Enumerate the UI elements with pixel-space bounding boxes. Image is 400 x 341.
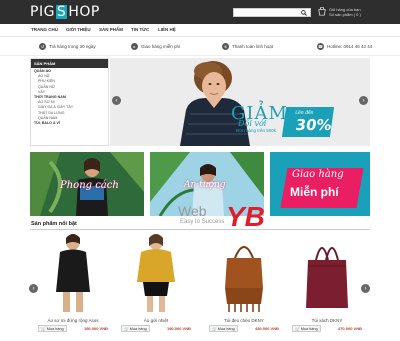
main-nav: TRANG CHỦ GIỚI THIỆU SẢN PHẨM TIN TỨC LI… [0, 24, 400, 37]
buy-label: Mua hàng [129, 326, 147, 331]
feature-shipping-text: Giao hàng miễn phí [141, 44, 181, 49]
chevron-right-icon: › [362, 97, 365, 104]
feature-shipping: ▸ Giao hàng miễn phí [131, 43, 180, 50]
product-price: 470.000 VNĐ [337, 326, 362, 331]
feature-return-text: Trả hàng trong 30 ngày [49, 44, 96, 49]
nav-products[interactable]: SẢN PHẨM [99, 27, 123, 32]
buy-label: Mua hàng [300, 326, 318, 331]
feature-return: ↺ Trả hàng trong 30 ngày [39, 43, 96, 50]
buy-button[interactable]: 🛒 Mua hàng [38, 325, 67, 332]
promo-tile-style[interactable]: Phong cách [30, 152, 144, 216]
logo-text-s: S [55, 4, 68, 20]
nav-about[interactable]: GIỚI THIỆU [66, 27, 91, 32]
buy-button[interactable]: 🛒 Mua hàng [292, 325, 321, 332]
truck-icon: ▸ [131, 43, 138, 50]
buy-button[interactable]: 🛒 Mua hàng [209, 325, 238, 332]
product-image[interactable] [209, 232, 279, 314]
feature-payment: $ Thanh toán linh hoạt [222, 43, 273, 50]
product-2-image [121, 232, 191, 314]
product-name[interactable]: Áo gửi nhiệt [121, 318, 191, 323]
category-sidebar: SẢN PHẨM QUẦN ÁO ÁO NỮ PHỤ KIỆN QUẦN NỮ VÁY T… [30, 58, 109, 146]
search-input[interactable] [234, 9, 298, 16]
product-card[interactable]: Túi xách DKNY 🛒 Mua hàng 470.000 VNĐ [292, 232, 362, 332]
badge-value: 30% [294, 116, 333, 134]
product-image[interactable] [121, 232, 191, 314]
product-price: 190.000 VNĐ [83, 326, 108, 331]
cart-icon[interactable] [318, 7, 326, 16]
watermark-tagline: Easy to Success [180, 219, 225, 225]
chevron-left-icon: ‹ [32, 285, 35, 292]
product-image[interactable] [292, 232, 362, 314]
sidebar-title: SẢN PHẨM [31, 59, 108, 68]
chevron-left-icon: ‹ [115, 97, 118, 104]
service-features: ↺ Trả hàng trong 30 ngày ▸ Giao hàng miễ… [0, 38, 400, 56]
search-box [233, 8, 311, 17]
logo-text-right: HOP [68, 4, 100, 20]
banner-next-button[interactable]: › [359, 96, 368, 105]
product-card[interactable]: Áo gửi nhiệt 🛒 Mua hàng 190.000 VNĐ [121, 232, 191, 332]
product-name[interactable]: Áo sơ mi đứng rộng Asos [38, 318, 108, 323]
discount-badge: Lên đến 30% [281, 107, 335, 137]
watermark-web: Web [178, 203, 207, 219]
product-price: 190.000 VNĐ [166, 326, 191, 331]
product-1-image [38, 232, 108, 314]
cart-summary[interactable]: Giỏ hàng của bạn Số sản phẩm ( 0 ) [329, 7, 361, 17]
return-icon: ↺ [39, 43, 46, 50]
product-name[interactable]: Túi xách DKNY [292, 318, 362, 323]
cart-small-icon: 🛒 [295, 327, 300, 331]
buy-button[interactable]: 🛒 Mua hàng [121, 325, 150, 332]
search-button[interactable] [299, 9, 309, 16]
top-header: PIG S HOP Giỏ hàng của bạn Số sản phẩm ( 0… [0, 0, 400, 24]
category-list: QUẦN ÁO ÁO NỮ PHỤ KIỆN QUẦN NỮ VÁY THỜI TRANG… [31, 68, 108, 127]
nav-home[interactable]: TRANG CHỦ [31, 27, 58, 32]
watermark-brand: YB [226, 201, 265, 232]
buy-label: Mua hàng [217, 326, 235, 331]
nav-news[interactable]: TIN TỨC [131, 27, 149, 32]
promo-impressive-text: An tượng [184, 180, 226, 190]
sidebar-category[interactable]: TÚI, BALO & VÍ [34, 121, 105, 126]
cart-small-icon: 🛒 [124, 327, 129, 331]
chevron-right-icon: › [364, 285, 367, 292]
feature-payment-text: Thanh toán linh hoạt [232, 44, 274, 49]
site-logo[interactable]: PIG S HOP [30, 4, 100, 20]
search-icon [301, 9, 307, 16]
feature-hotline-text: Hotline: 0914 46 42 44 [327, 44, 373, 49]
cart-small-icon: 🛒 [41, 327, 46, 331]
feature-hotline: ☎ Hotline: 0914 46 42 44 [317, 43, 372, 50]
banner-prev-button[interactable]: ‹ [112, 96, 121, 105]
product-image[interactable] [38, 232, 108, 314]
products-prev-button[interactable]: ‹ [29, 284, 38, 293]
cart-count: Số sản phẩm ( 0 ) [329, 12, 361, 17]
freeship-line2: Miễn phí [290, 185, 339, 199]
banner-note: Đơn hàng trên 500k [236, 128, 276, 133]
product-4-image [292, 232, 362, 314]
featured-title: Sản phẩm nổi bật [31, 221, 77, 227]
product-name[interactable]: Túi đeo chéo DKNY [209, 318, 279, 323]
product-card[interactable]: Túi đeo chéo DKNY 🛒 Mua hàng 430.000 VNĐ [209, 232, 279, 332]
cart-small-icon: 🛒 [212, 327, 217, 331]
product-price: 430.000 VNĐ [254, 326, 279, 331]
promo-style-text: Phong cách [60, 180, 119, 191]
product-3-image [209, 232, 279, 314]
product-card[interactable]: Áo sơ mi đứng rộng Asos 🛒 Mua hàng 190.00… [38, 232, 108, 332]
buy-label: Mua hàng [46, 326, 64, 331]
nav-contact[interactable]: LIÊN HỆ [158, 27, 176, 32]
phone-icon: ☎ [317, 43, 324, 50]
banner-subhead: Đối với [238, 119, 267, 128]
freeship-line1: Giao hàng [292, 169, 344, 180]
payment-icon: $ [222, 43, 229, 50]
logo-text-left: PIG [30, 4, 55, 20]
products-next-button[interactable]: › [361, 284, 370, 293]
